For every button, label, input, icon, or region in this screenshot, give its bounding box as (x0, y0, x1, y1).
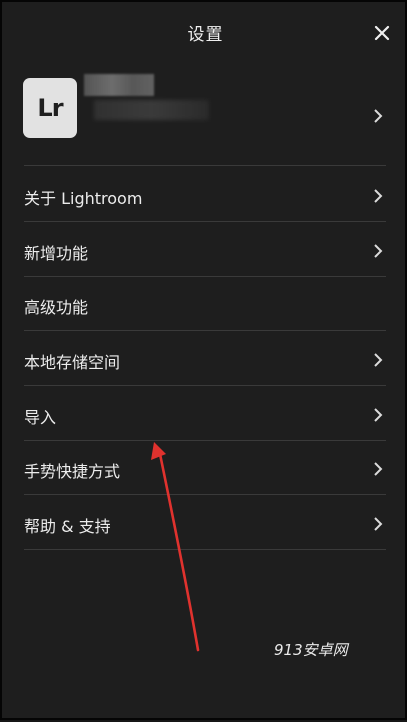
menu-item-help-support[interactable]: 帮助 & 支持 (2, 495, 407, 551)
account-row[interactable]: Lr (2, 64, 407, 166)
chevron-right-icon (373, 108, 383, 123)
chevron-right-icon (373, 516, 383, 531)
menu-item-gesture-shortcuts[interactable]: 手势快捷方式 (2, 440, 407, 496)
close-icon[interactable] (373, 24, 391, 42)
menu-item-whats-new[interactable]: 新增功能 (2, 222, 407, 277)
chevron-right-icon (373, 461, 383, 477)
header: 设置 (2, 2, 407, 64)
menu-item-about[interactable]: 关于 Lightroom (2, 167, 407, 222)
menu-item-label: 导入 (24, 407, 57, 427)
watermark: 913安卓网 (274, 641, 348, 659)
page-title: 设置 (187, 25, 224, 45)
divider (24, 549, 386, 551)
menu-item-label: 帮助 & 支持 (24, 517, 111, 537)
menu-item-label: 关于 Lightroom (24, 189, 143, 208)
menu-item-label: 高级功能 (24, 298, 89, 318)
chevron-right-icon (373, 407, 383, 422)
settings-panel: 设置 Lr 关于 Lightroom 新增功能 高级功能 本地存储空间 导入 手… (0, 0, 407, 720)
settings-menu: 关于 Lightroom 新增功能 高级功能 本地存储空间 导入 手势快捷方式 … (2, 167, 407, 551)
divider (24, 165, 386, 166)
menu-item-label: 手势快捷方式 (24, 462, 121, 482)
menu-item-local-storage[interactable]: 本地存储空间 (2, 331, 407, 387)
chevron-right-icon (373, 243, 383, 258)
account-email-blurred (94, 100, 209, 120)
chevron-right-icon (373, 188, 383, 203)
menu-item-label: 新增功能 (24, 243, 89, 263)
menu-item-import[interactable]: 导入 (2, 386, 407, 441)
lightroom-logo: Lr (23, 78, 77, 138)
menu-item-label: 本地存储空间 (24, 353, 121, 373)
menu-item-premium-features[interactable]: 高级功能 (2, 276, 407, 332)
chevron-right-icon (373, 352, 383, 367)
account-name-blurred (84, 74, 154, 96)
